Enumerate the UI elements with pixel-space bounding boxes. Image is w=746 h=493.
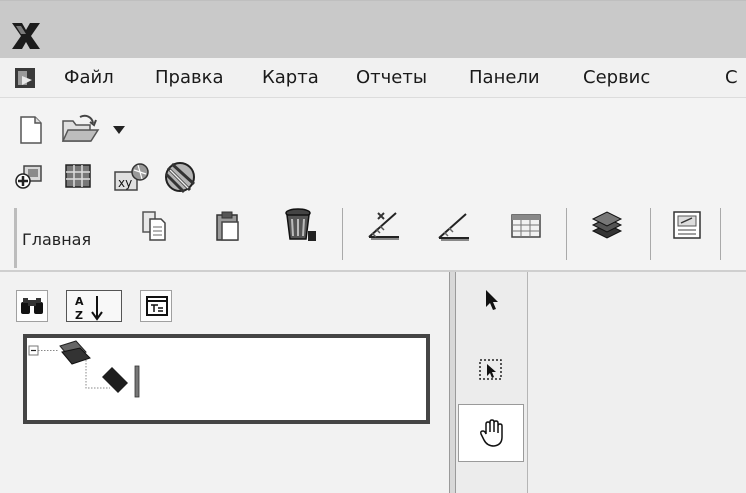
select-arrow-icon [486, 290, 498, 310]
copy-icon[interactable] [140, 210, 168, 242]
ribbon-separator [650, 208, 651, 260]
properties-icon [146, 296, 168, 316]
menu-item-overflow[interactable]: С [725, 67, 738, 89]
menu-item-map[interactable]: Карта [262, 67, 319, 89]
menu-item-file[interactable]: Файл [64, 67, 114, 89]
measure-angle-icon[interactable] [366, 207, 402, 241]
open-folder-icon[interactable] [60, 113, 100, 145]
layer-item-icon[interactable] [102, 365, 140, 398]
properties-button[interactable] [140, 290, 172, 322]
panel-splitter[interactable] [449, 272, 456, 493]
sort-az-icon: A Z [75, 295, 103, 321]
xy-data-icon[interactable]: xy [112, 162, 150, 192]
map-canvas[interactable] [528, 272, 746, 493]
menu-item-panels[interactable]: Панели [469, 67, 540, 89]
select-box-icon [479, 359, 502, 380]
layer-tree-content [28, 340, 140, 398]
paste-icon[interactable] [214, 210, 242, 242]
measure-edit-icon[interactable] [436, 208, 472, 242]
ribbon-tab-home[interactable]: Главная [22, 230, 91, 249]
select-arrow-button[interactable] [458, 276, 524, 334]
globe-tool-icon[interactable] [162, 160, 198, 194]
tools-toolbar [456, 272, 528, 493]
menu-item-reports[interactable]: Отчеты [356, 67, 427, 89]
layers-icon[interactable] [590, 210, 624, 240]
grid-table-icon[interactable] [64, 163, 92, 189]
ribbon-separator [566, 208, 567, 260]
pan-hand-button[interactable] [458, 404, 524, 462]
add-layer-icon[interactable] [15, 163, 45, 191]
svg-text:Z: Z [75, 309, 83, 321]
dropdown-arrow-icon[interactable] [112, 125, 126, 135]
binoculars-icon [21, 298, 43, 314]
app-logo-icon [12, 23, 40, 49]
new-document-icon[interactable] [18, 115, 44, 145]
pan-hand-icon [480, 419, 503, 447]
select-box-button[interactable] [458, 338, 524, 396]
attribute-table-icon[interactable] [510, 212, 542, 240]
svg-text:A: A [75, 295, 84, 308]
menu-item-service[interactable]: Сервис [583, 67, 650, 89]
svg-text:xy: xy [118, 176, 132, 190]
sort-button[interactable]: A Z [66, 290, 122, 322]
menu-item-edit[interactable]: Правка [155, 67, 224, 89]
menu-bar: Файл Правка Карта Отчеты Панели Сервис С [0, 58, 746, 98]
title-bar [0, 0, 746, 58]
ribbon-separator [342, 208, 343, 260]
ribbon-separator [720, 208, 721, 260]
ribbon-group-marker [14, 208, 17, 268]
find-button[interactable] [16, 290, 48, 322]
delete-icon[interactable] [282, 207, 318, 243]
map-properties-icon[interactable] [672, 210, 702, 240]
document-menu-icon[interactable] [14, 67, 36, 89]
